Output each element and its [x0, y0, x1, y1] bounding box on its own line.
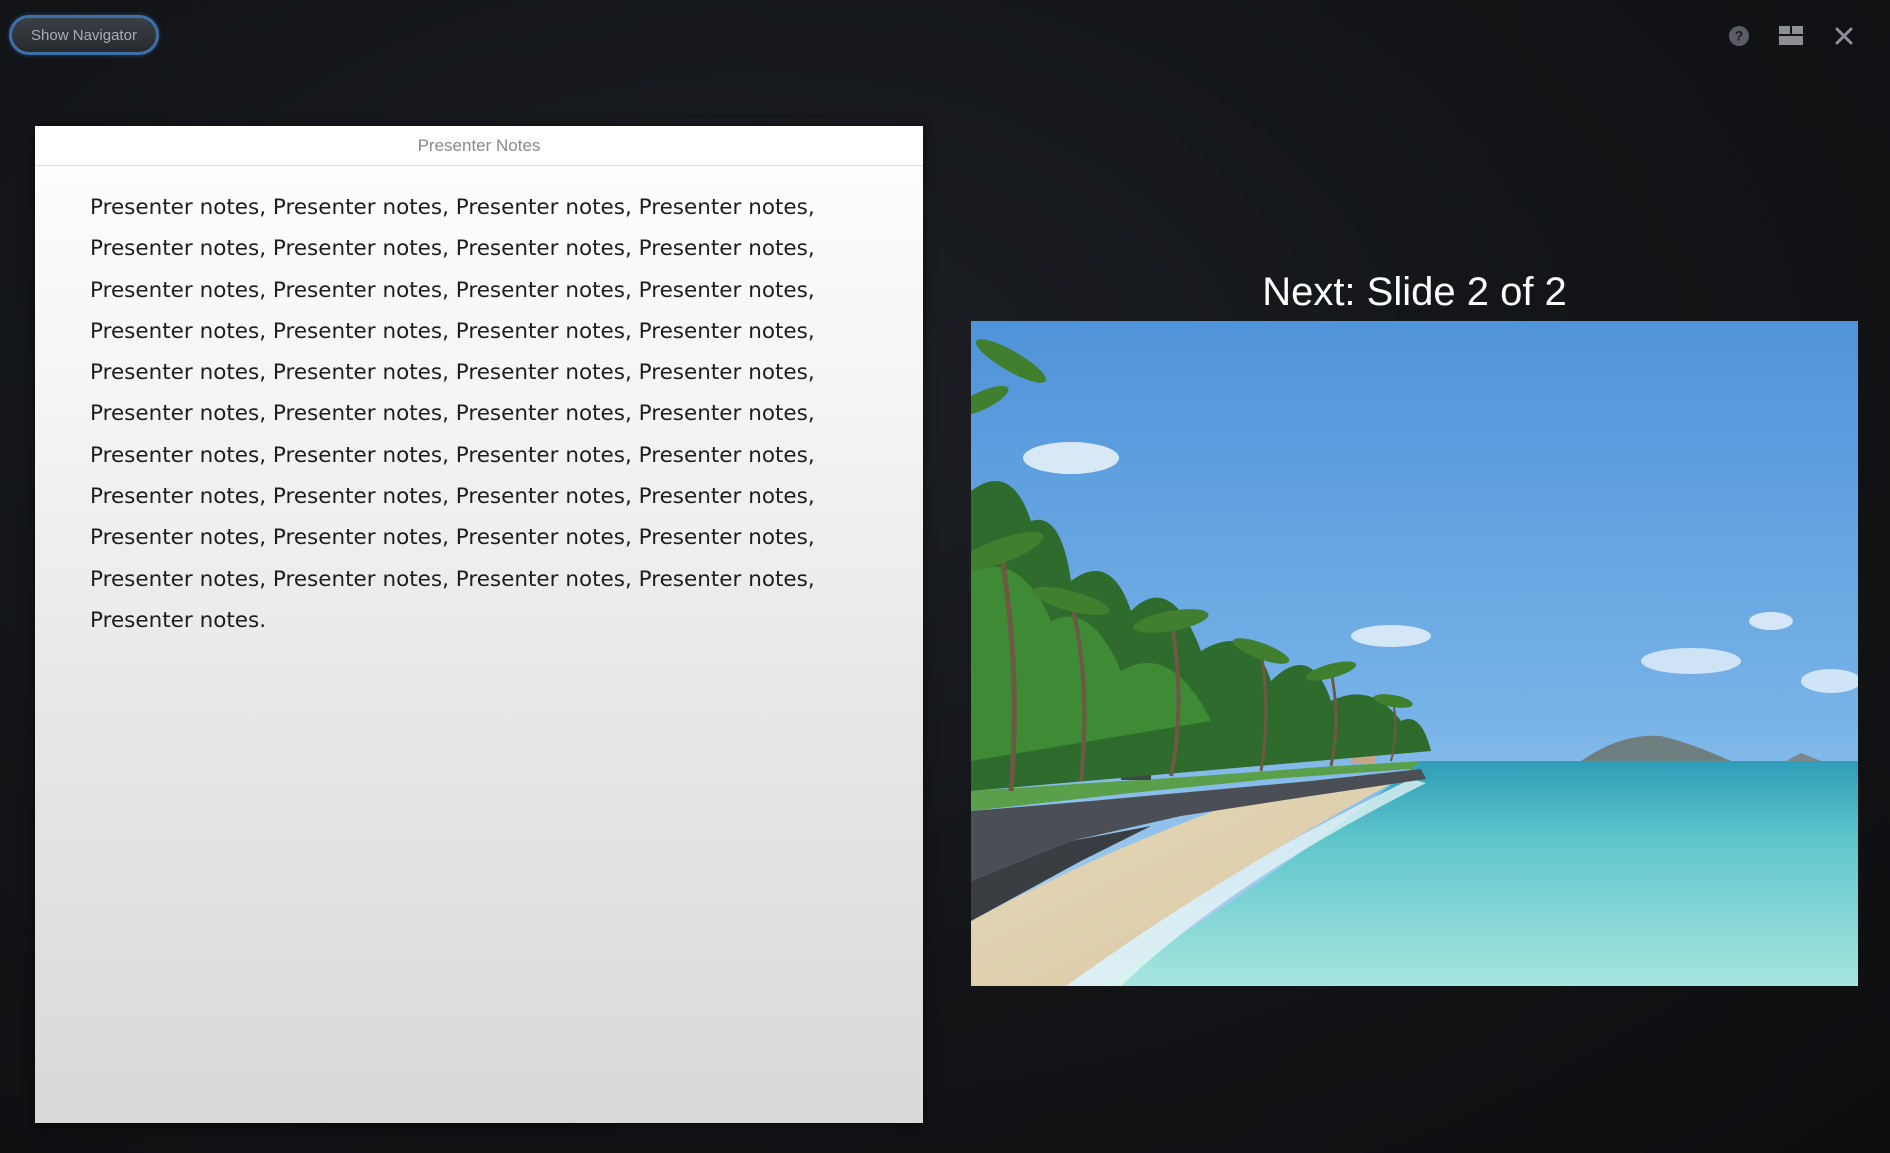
presenter-notes-panel: Presenter Notes Presenter notes, Present…: [35, 126, 923, 1123]
next-slide-preview[interactable]: [971, 321, 1858, 986]
svg-text:?: ?: [1735, 28, 1744, 44]
close-icon[interactable]: [1830, 22, 1858, 50]
presenter-notes-header: Presenter Notes: [35, 126, 923, 166]
presenter-notes-text[interactable]: Presenter notes, Presenter notes, Presen…: [35, 166, 923, 641]
help-circle-icon[interactable]: ?: [1725, 22, 1753, 50]
next-slide-title: Next: Slide 2 of 2: [1262, 270, 1567, 314]
beach-photo: [971, 321, 1858, 986]
layout-grid-icon[interactable]: [1777, 22, 1805, 50]
show-navigator-button[interactable]: Show Navigator: [9, 15, 159, 55]
